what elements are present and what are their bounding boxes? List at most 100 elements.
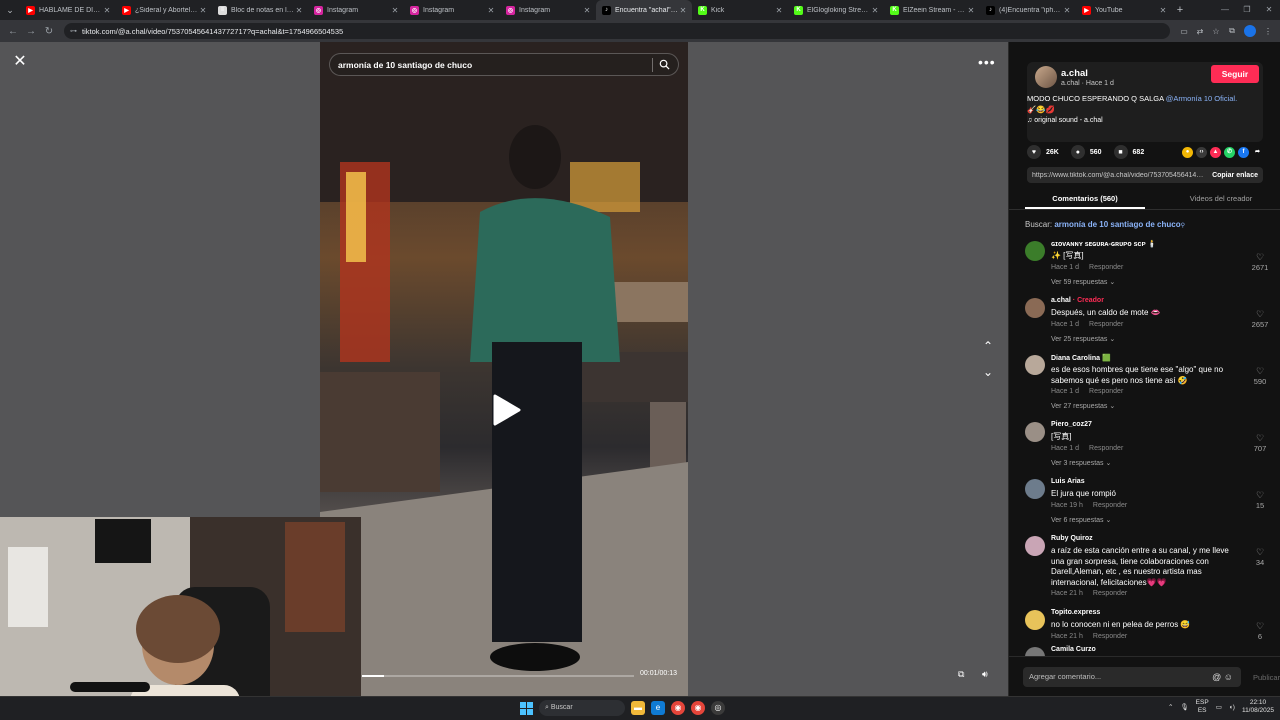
close-icon[interactable]: ✕ — [12, 54, 28, 70]
tab-close-icon[interactable]: ✕ — [294, 6, 304, 15]
video-search-bar[interactable]: armonía de 10 santiago de chuco — [329, 53, 679, 76]
comment-like-button[interactable]: ♡ 6 — [1245, 621, 1275, 641]
translate-icon[interactable]: ⇄ — [1192, 27, 1208, 36]
back-icon[interactable]: ← — [4, 26, 22, 37]
comment-avatar[interactable] — [1025, 610, 1045, 630]
browser-tab[interactable]: ◎ Instagram ✕ — [404, 0, 500, 20]
facebook-icon[interactable]: f — [1238, 146, 1249, 158]
comment-like-button[interactable]: ♡ 590 — [1245, 366, 1275, 386]
view-replies-button[interactable]: Ver 59 respuestas ⌄ — [1051, 278, 1115, 286]
cast-icon[interactable]: ▭ — [1176, 27, 1192, 36]
reply-button[interactable]: Responder — [1093, 590, 1127, 597]
comment-author[interactable]: Topito.express — [1051, 609, 1100, 616]
comment-avatar[interactable] — [1025, 422, 1045, 442]
view-replies-button[interactable]: Ver 27 respuestas ⌄ — [1051, 402, 1115, 410]
reply-button[interactable]: Responder — [1089, 321, 1123, 328]
new-tab-button[interactable]: + — [1172, 4, 1188, 16]
tab-close-icon[interactable]: ✕ — [678, 6, 688, 15]
chrome-icon[interactable]: ◉ — [671, 701, 685, 715]
whatsapp-icon[interactable]: ✆ — [1224, 146, 1235, 158]
browser-tab[interactable]: ♪ Encuentra "achal" en Ti✕ — [596, 0, 692, 20]
comment-like-button[interactable]: ♡ 34 — [1245, 547, 1275, 567]
extensions-icon[interactable]: ⧉ — [1224, 26, 1240, 36]
reply-button[interactable]: Responder — [1093, 502, 1127, 509]
comment-avatar[interactable] — [1025, 355, 1045, 375]
tab-close-icon[interactable]: ✕ — [1062, 6, 1072, 15]
comment-avatar[interactable] — [1025, 298, 1045, 318]
repost-icon[interactable]: ▲ — [1210, 146, 1221, 158]
like-button[interactable]: ♥ 26K — [1027, 145, 1059, 159]
emoji-icon[interactable]: ☺ — [1224, 672, 1233, 682]
maximize-icon[interactable]: ❐ — [1236, 0, 1258, 20]
site-info-icon[interactable]: ⊶ — [70, 27, 77, 35]
tray-overflow-icon[interactable]: ⌃ — [1168, 703, 1173, 711]
next-video-icon[interactable]: ⌄ — [978, 362, 998, 382]
browser-tab[interactable]: K ElZeein Stream - Watc✕ — [884, 0, 980, 20]
comment-author[interactable]: Ruby Quiroz — [1051, 535, 1093, 542]
author-avatar[interactable] — [1035, 66, 1057, 88]
comment-avatar[interactable] — [1025, 647, 1045, 656]
browser-tab[interactable]: ◎ Instagram ✕ — [500, 0, 596, 20]
tab-search-icon[interactable]: ⌄ — [0, 0, 20, 20]
network-icon[interactable]: ▭ — [1216, 703, 1222, 711]
browser-tab[interactable]: K ElGlogloking Stream - ✕ — [788, 0, 884, 20]
comment-author[interactable]: Piero_coz27 — [1051, 421, 1092, 428]
chrome-menu-icon[interactable]: ⋮ — [1260, 27, 1276, 36]
tab-close-icon[interactable]: ✕ — [102, 6, 112, 15]
coin-icon[interactable]: ● — [1182, 146, 1193, 158]
search-small-icon[interactable]: ⚲ — [1181, 223, 1185, 229]
reply-button[interactable]: Responder — [1089, 264, 1123, 271]
post-mention-link[interactable]: @Armonía 10 Oficial. — [1166, 94, 1237, 103]
bookmark-star-icon[interactable]: ☆ — [1208, 27, 1224, 36]
comment-author[interactable]: Luis Arias — [1051, 478, 1085, 485]
tab-close-icon[interactable]: ✕ — [1158, 6, 1168, 15]
search-suggestion-link[interactable]: armonía de 10 santiago de chuco — [1054, 220, 1180, 229]
comment-author[interactable]: Diana Carolina 🟩 — [1051, 354, 1111, 362]
publish-button[interactable]: Publicar — [1253, 673, 1280, 682]
speaker-icon[interactable]: ◖) — [1229, 704, 1235, 711]
browser-tab[interactable]: ♪ (4)Encuentra "iphone ✕ — [980, 0, 1076, 20]
follow-button[interactable]: Seguir — [1211, 65, 1259, 83]
comment-like-button[interactable]: ♡ 2671 — [1245, 252, 1275, 272]
mention-icon[interactable]: @ — [1212, 672, 1221, 682]
comment-author[interactable]: ɢɪᴏᴠᴀɴɴʏ sᴇɢᴜʀᴀ-ɢʀᴜᴘᴏ sᴄᴘ 🕯️ — [1051, 240, 1156, 248]
share-arrow-icon[interactable]: ➦ — [1252, 147, 1263, 158]
play-icon[interactable] — [492, 394, 522, 426]
forward-icon[interactable]: → — [22, 26, 40, 37]
comment-author[interactable]: a.chal · Creador — [1051, 297, 1104, 304]
browser-tab[interactable]: ≡ Bloc de notas en línea ✕ — [212, 0, 308, 20]
comment-like-button[interactable]: ♡ 707 — [1245, 433, 1275, 453]
comment-like-button[interactable]: ♡ 15 — [1245, 490, 1275, 510]
comment-input[interactable]: Agregar comentario... @ ☺ — [1023, 667, 1241, 687]
tab-close-icon[interactable]: ✕ — [966, 6, 976, 15]
comment-avatar[interactable] — [1025, 241, 1045, 261]
browser-tab[interactable]: ◎ Instagram ✕ — [308, 0, 404, 20]
view-replies-button[interactable]: Ver 6 respuestas ⌄ — [1051, 516, 1111, 524]
edge-icon[interactable]: e — [651, 701, 665, 715]
address-bar[interactable]: ⊶ tiktok.com/@a.chal/video/7537054564143… — [64, 23, 1170, 39]
comment-author[interactable]: Camila Curzo — [1051, 646, 1096, 653]
captions-icon[interactable]: ⧉ — [958, 669, 964, 680]
volume-icon[interactable]: 🔊︎ — [982, 669, 988, 680]
browser-tab[interactable]: K Kick ✕ — [692, 0, 788, 20]
chrome-profile-icon[interactable]: ◉ — [691, 701, 705, 715]
video-player[interactable]: armonía de 10 santiago de chuco — [320, 42, 688, 696]
tab-close-icon[interactable]: ✕ — [390, 6, 400, 15]
comment-like-button[interactable]: ♡ 2657 — [1245, 309, 1275, 329]
reply-button[interactable]: Responder — [1089, 445, 1123, 452]
author-name[interactable]: a.chal — [1061, 68, 1088, 79]
tab-creator-videos[interactable]: Videos del creador — [1161, 192, 1280, 209]
tab-close-icon[interactable]: ✕ — [870, 6, 880, 15]
search-icon[interactable] — [659, 59, 670, 70]
comment-avatar[interactable] — [1025, 536, 1045, 556]
close-window-icon[interactable]: ✕ — [1258, 0, 1280, 20]
minimize-icon[interactable]: — — [1214, 0, 1236, 20]
view-replies-button[interactable]: Ver 25 respuestas ⌄ — [1051, 335, 1115, 343]
more-options-icon[interactable]: ••• — [978, 54, 996, 70]
sound-link[interactable]: ♫ original sound - a.chal — [1027, 117, 1103, 124]
tab-close-icon[interactable]: ✕ — [198, 6, 208, 15]
profile-avatar[interactable] — [1244, 25, 1256, 37]
comment-button[interactable]: ● 560 — [1070, 145, 1102, 159]
reply-button[interactable]: Responder — [1089, 388, 1123, 395]
previous-video-icon[interactable]: ⌃ — [978, 336, 998, 356]
